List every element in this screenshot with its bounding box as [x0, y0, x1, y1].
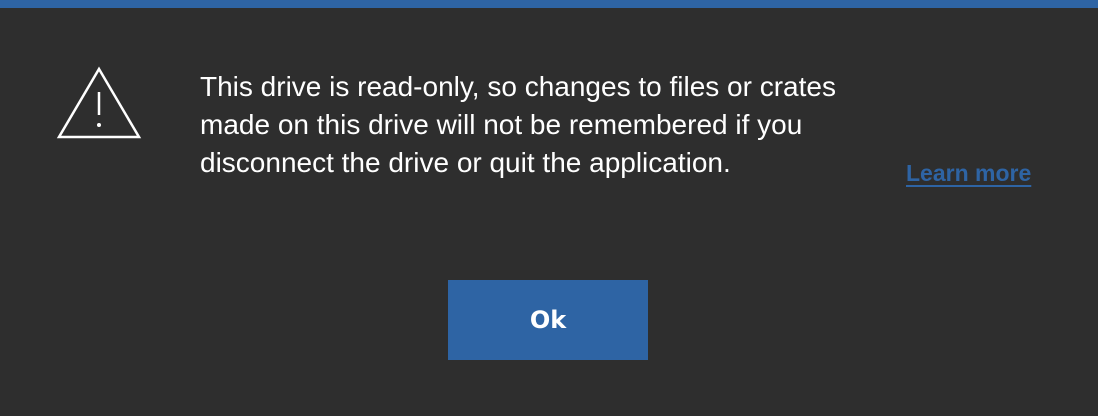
- read-only-warning-dialog: This drive is read-only, so changes to f…: [0, 0, 1098, 416]
- dialog-message: This drive is read-only, so changes to f…: [200, 71, 836, 178]
- learn-more-link[interactable]: Learn more: [906, 160, 1031, 187]
- warning-triangle-icon: [56, 66, 142, 139]
- ok-button[interactable]: Ok: [448, 280, 648, 360]
- dialog-accent-bar: [0, 0, 1098, 8]
